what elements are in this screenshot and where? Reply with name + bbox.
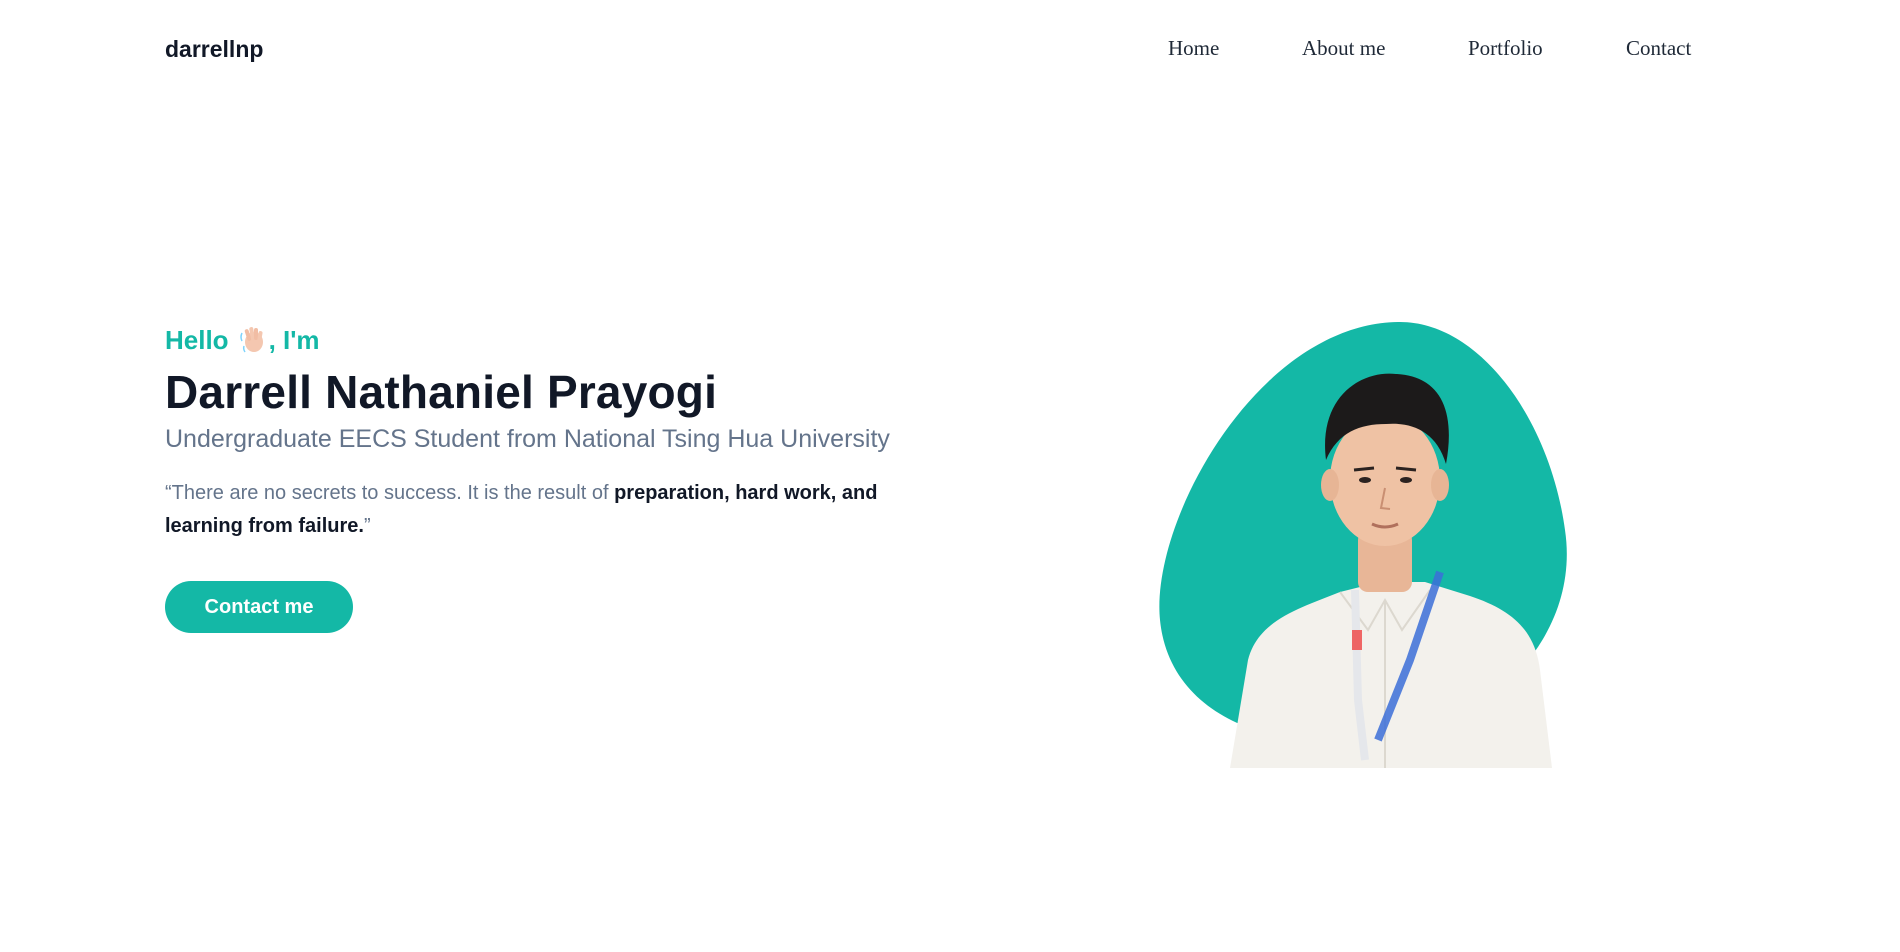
top-nav: darrellnp Home About me Portfolio Contac… [0, 0, 1900, 96]
contact-me-button[interactable]: Contact me [165, 581, 353, 633]
hero-intro: Hello , I'm Darrell Nathaniel Prayogi Un… [165, 322, 945, 633]
greeting-suffix: , I'm [268, 324, 320, 355]
portrait-graphic [1159, 322, 1567, 768]
brand-logo[interactable]: darrellnp [165, 36, 263, 63]
nav-link-contact[interactable]: Contact [1626, 36, 1691, 61]
greeting-prefix: Hello [165, 324, 229, 355]
nav-link-portfolio[interactable]: Portfolio [1468, 36, 1543, 61]
waving-hand-icon [239, 327, 263, 353]
greeting: Hello , I'm [165, 322, 945, 358]
quote-close: ” [363, 515, 371, 537]
nav-link-home[interactable]: Home [1168, 36, 1219, 61]
hero-portrait [1140, 300, 1640, 770]
hero-quote: “There are no secrets to success. It is … [165, 477, 925, 543]
nav-link-about[interactable]: About me [1302, 36, 1385, 61]
hero-subtitle: Undergraduate EECS Student from National… [165, 425, 890, 453]
hero-name: Darrell Nathaniel Prayogi [165, 366, 718, 418]
quote-text: “There are no secrets to success. It is … [165, 482, 615, 504]
